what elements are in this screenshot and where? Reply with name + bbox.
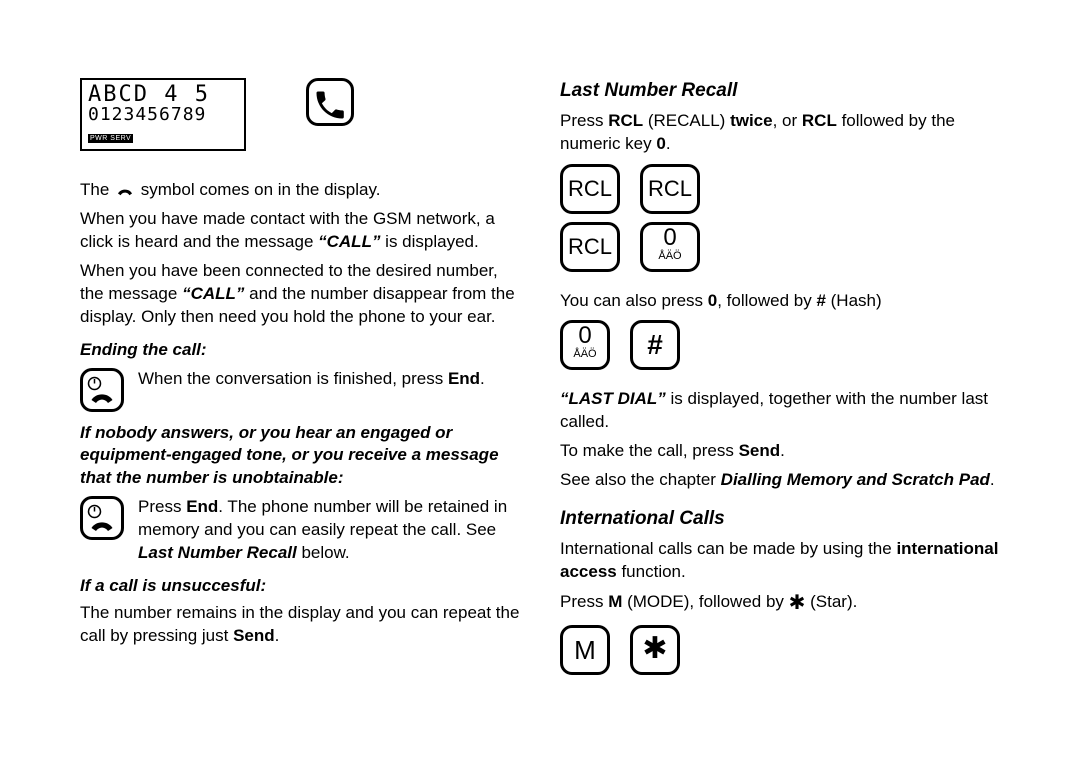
unsuccessful-text: The number remains in the display and yo…: [80, 602, 520, 648]
send-key-icon: [306, 78, 354, 126]
paragraph-symbol: The symbol comes on in the display.: [80, 179, 520, 202]
nobody-answers-block: Press End. The phone number will be reta…: [80, 496, 520, 565]
lcd-line1: ABCD 4 5: [88, 84, 238, 106]
heading-last-number-recall: Last Number Recall: [560, 78, 1000, 104]
end-key-icon: [80, 368, 124, 412]
paragraph-gsm: When you have made contact with the GSM …: [80, 208, 520, 254]
end-handset-icon: [84, 501, 120, 537]
see-also-text: See also the chapter Dialling Memory and…: [560, 469, 1000, 492]
right-column: Last Number Recall Press RCL (RECALL) tw…: [560, 78, 1000, 723]
zero-key: 0 ÅÄÖ: [640, 222, 700, 272]
nobody-answers-text: Press End. The phone number will be reta…: [138, 496, 520, 565]
m-star-instruction: Press M (MODE), followed by ✱ (Star).: [560, 590, 1000, 617]
lcd-line2: 0123456789: [88, 106, 238, 124]
key-row-m-star: M ✱: [560, 625, 1000, 675]
zero-hash-instruction: You can also press 0, followed by # (Has…: [560, 290, 1000, 313]
rcl-key: RCL: [640, 164, 700, 214]
intl-access-text: International calls can be made by using…: [560, 538, 1000, 584]
end-key-icon-2: [80, 496, 124, 540]
lcd-display: ABCD 4 5 0123456789 PWR SERV: [80, 78, 246, 151]
hash-key: #: [630, 320, 680, 370]
heading-unsuccessful: If a call is unsuccesful:: [80, 575, 520, 598]
rcl-key: RCL: [560, 164, 620, 214]
last-dial-text: “LAST DIAL” is displayed, together with …: [560, 388, 1000, 434]
key-row-zero-hash: 0 ÅÄÖ #: [560, 320, 1000, 370]
star-key: ✱: [630, 625, 680, 675]
document-page: ABCD 4 5 0123456789 PWR SERV The symbol …: [0, 0, 1080, 763]
handset-small-icon: [114, 183, 136, 197]
key-row-rcl-rcl: RCL RCL: [560, 164, 1000, 214]
end-handset-icon: [84, 373, 120, 409]
heading-ending-call: Ending the call:: [80, 339, 520, 362]
lcd-status: PWR SERV: [88, 134, 133, 143]
ending-call-text: When the conversation is finished, press…: [138, 368, 485, 391]
ending-call-block: When the conversation is finished, press…: [80, 368, 520, 412]
rcl-instruction: Press RCL (RECALL) twice, or RCL followe…: [560, 110, 1000, 156]
key-row-rcl-zero: RCL 0 ÅÄÖ: [560, 222, 1000, 272]
top-illustration: ABCD 4 5 0123456789 PWR SERV: [80, 78, 520, 151]
make-call-text: To make the call, press Send.: [560, 440, 1000, 463]
paragraph-connected: When you have been connected to the desi…: [80, 260, 520, 329]
m-key: M: [560, 625, 610, 675]
rcl-key: RCL: [560, 222, 620, 272]
left-column: ABCD 4 5 0123456789 PWR SERV The symbol …: [80, 78, 520, 723]
handset-icon: [312, 87, 348, 123]
heading-international-calls: International Calls: [560, 506, 1000, 532]
heading-nobody-answers: If nobody answers, or you hear an engage…: [80, 422, 520, 491]
zero-key: 0 ÅÄÖ: [560, 320, 610, 370]
